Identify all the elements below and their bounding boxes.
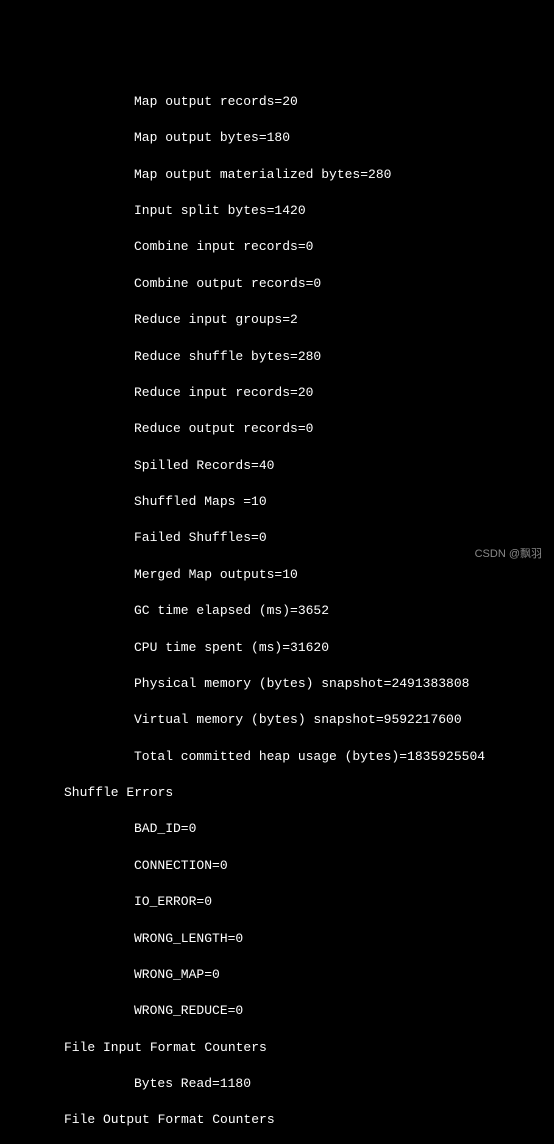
watermark-text: CSDN @飘羽 bbox=[475, 547, 542, 562]
counter-line: Map output bytes=180 bbox=[4, 129, 550, 147]
counter-line: Failed Shuffles=0 bbox=[4, 529, 550, 547]
section-header: File Input Format Counters bbox=[4, 1039, 550, 1057]
counter-line: Reduce shuffle bytes=280 bbox=[4, 348, 550, 366]
counter-line: Reduce output records=0 bbox=[4, 420, 550, 438]
counter-line: Map output materialized bytes=280 bbox=[4, 166, 550, 184]
terminal-output: Map output records=20 Map output bytes=1… bbox=[4, 75, 550, 1144]
counter-line: Combine output records=0 bbox=[4, 275, 550, 293]
counter-line: Total committed heap usage (bytes)=18359… bbox=[4, 748, 550, 766]
counter-line: Shuffled Maps =10 bbox=[4, 493, 550, 511]
counter-line: Map output records=20 bbox=[4, 93, 550, 111]
counter-line: BAD_ID=0 bbox=[4, 820, 550, 838]
counter-line: WRONG_LENGTH=0 bbox=[4, 930, 550, 948]
counter-line: IO_ERROR=0 bbox=[4, 893, 550, 911]
counter-line: Physical memory (bytes) snapshot=2491383… bbox=[4, 675, 550, 693]
counter-line: WRONG_MAP=0 bbox=[4, 966, 550, 984]
counter-line: Combine input records=0 bbox=[4, 238, 550, 256]
counter-line: Spilled Records=40 bbox=[4, 457, 550, 475]
counter-line: Virtual memory (bytes) snapshot=95922176… bbox=[4, 711, 550, 729]
counter-line: Input split bytes=1420 bbox=[4, 202, 550, 220]
section-header: Shuffle Errors bbox=[4, 784, 550, 802]
section-header: File Output Format Counters bbox=[4, 1111, 550, 1129]
counter-line: CPU time spent (ms)=31620 bbox=[4, 639, 550, 657]
counter-line: WRONG_REDUCE=0 bbox=[4, 1002, 550, 1020]
counter-line: Reduce input records=20 bbox=[4, 384, 550, 402]
counter-line: Reduce input groups=2 bbox=[4, 311, 550, 329]
counter-line: GC time elapsed (ms)=3652 bbox=[4, 602, 550, 620]
counter-line: Bytes Read=1180 bbox=[4, 1075, 550, 1093]
counter-line: Merged Map outputs=10 bbox=[4, 566, 550, 584]
counter-line: CONNECTION=0 bbox=[4, 857, 550, 875]
